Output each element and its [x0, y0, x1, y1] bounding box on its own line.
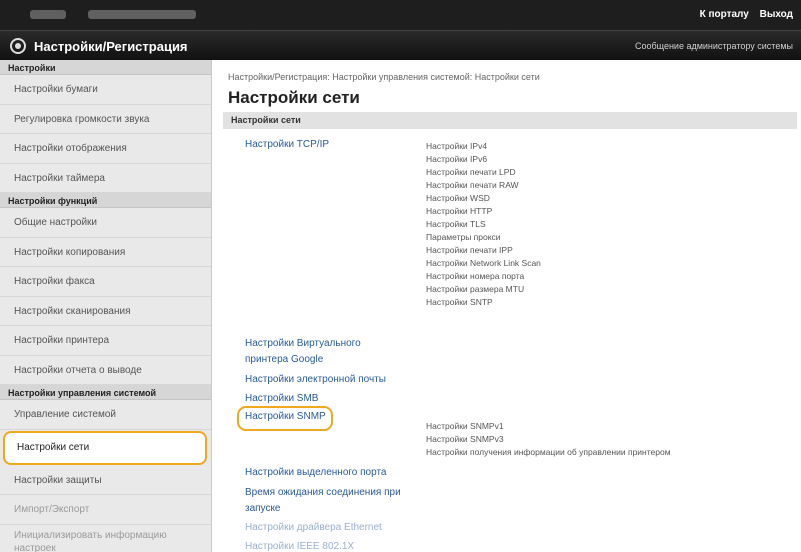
- sidebar-item-system-management[interactable]: Управление системой: [0, 400, 211, 430]
- sidebar-item-network[interactable]: Настройки сети: [3, 430, 207, 465]
- device-model-text: [88, 10, 196, 19]
- tcpip-sub-port-number: Настройки номера порта: [426, 271, 525, 281]
- google-cloud-print-link-line1[interactable]: Настройки Виртуального: [245, 338, 361, 349]
- email-settings-link[interactable]: Настройки электронной почты: [245, 374, 386, 385]
- sidebar-item-copy[interactable]: Настройки копирования: [0, 238, 211, 267]
- dedicated-port-link[interactable]: Настройки выделенного порта: [245, 467, 387, 478]
- admin-message-link[interactable]: Сообщение администратору системы: [635, 41, 793, 51]
- breadcrumb: Настройки/Регистрация: Настройки управле…: [228, 72, 540, 82]
- tcpip-sub-proxy: Параметры прокси: [426, 232, 501, 242]
- sidebar-section-settings: Настройки: [0, 60, 211, 75]
- sidebar-item-volume[interactable]: Регулировка громкости звука: [0, 105, 211, 134]
- portal-link[interactable]: К порталу: [700, 9, 749, 20]
- sidebar-item-paper[interactable]: Настройки бумаги: [0, 75, 211, 105]
- sidebar-item-import-export[interactable]: Импорт/Экспорт: [0, 495, 211, 525]
- ethernet-driver-link[interactable]: Настройки драйвера Ethernet: [245, 522, 382, 533]
- tcpip-sub-wsd: Настройки WSD: [426, 193, 490, 203]
- startup-wait-time-link-line2[interactable]: запуске: [245, 503, 281, 514]
- sidebar-item-output-report[interactable]: Настройки отчета о выводе: [0, 356, 211, 385]
- sidebar-item-initialize[interactable]: Инициализировать информацию настроек: [0, 525, 211, 552]
- section-heading: Настройки сети: [223, 112, 797, 129]
- tcpip-sub-raw: Настройки печати RAW: [426, 180, 519, 190]
- snmp-settings-link[interactable]: Настройки SNMP: [245, 411, 326, 422]
- main-content: Настройки/Регистрация: Настройки управле…: [213, 60, 801, 552]
- tcpip-sub-ipp: Настройки печати IPP: [426, 245, 513, 255]
- title-bar: Настройки/Регистрация Сообщение админист…: [0, 30, 801, 60]
- snmp-sub-v1: Настройки SNMPv1: [426, 421, 504, 431]
- sidebar-item-scan[interactable]: Настройки сканирования: [0, 297, 211, 326]
- sidebar-item-security[interactable]: Настройки защиты: [0, 466, 211, 495]
- tcpip-sub-lpd: Настройки печати LPD: [426, 167, 516, 177]
- settings-icon: [10, 38, 26, 54]
- tcpip-sub-mtu: Настройки размера MTU: [426, 284, 525, 294]
- tcpip-sub-network-link-scan: Настройки Network Link Scan: [426, 258, 541, 268]
- tcpip-sub-ipv4: Настройки IPv4: [426, 141, 488, 151]
- sidebar-section-system: Настройки управления системой: [0, 385, 211, 400]
- ieee8021x-link[interactable]: Настройки IEEE 802.1X: [245, 541, 354, 552]
- smb-settings-link[interactable]: Настройки SMB: [245, 393, 318, 404]
- snmp-sub-v3: Настройки SNMPv3: [426, 434, 504, 444]
- sidebar-item-timer[interactable]: Настройки таймера: [0, 164, 211, 193]
- sidebar-item-common[interactable]: Общие настройки: [0, 208, 211, 238]
- tcpip-settings-link[interactable]: Настройки TCP/IP: [245, 139, 329, 150]
- page-title: Настройки сети: [228, 88, 360, 107]
- snmp-sub-management-info: Настройки получения информации об управл…: [426, 447, 671, 457]
- sidebar-item-fax[interactable]: Настройки факса: [0, 267, 211, 297]
- google-cloud-print-link-line2[interactable]: принтера Google: [245, 354, 323, 365]
- top-links: К порталу Выход: [692, 9, 793, 20]
- logout-link[interactable]: Выход: [760, 9, 793, 20]
- tcpip-sub-sntp: Настройки SNTP: [426, 297, 493, 307]
- app-title: Настройки/Регистрация: [34, 39, 188, 54]
- sidebar-section-functions: Настройки функций: [0, 193, 211, 208]
- device-name-text: [30, 10, 66, 19]
- sidebar: Настройки Настройки бумаги Регулировка г…: [0, 60, 212, 552]
- sidebar-item-printer[interactable]: Настройки принтера: [0, 326, 211, 356]
- sidebar-item-display[interactable]: Настройки отображения: [0, 134, 211, 164]
- top-bar: К порталу Выход: [0, 0, 801, 30]
- tcpip-sub-tls: Настройки TLS: [426, 219, 486, 229]
- tcpip-sub-http: Настройки HTTP: [426, 206, 493, 216]
- startup-wait-time-link-line1[interactable]: Время ожидания соединения при: [245, 487, 401, 498]
- tcpip-sub-ipv6: Настройки IPv6: [426, 154, 488, 164]
